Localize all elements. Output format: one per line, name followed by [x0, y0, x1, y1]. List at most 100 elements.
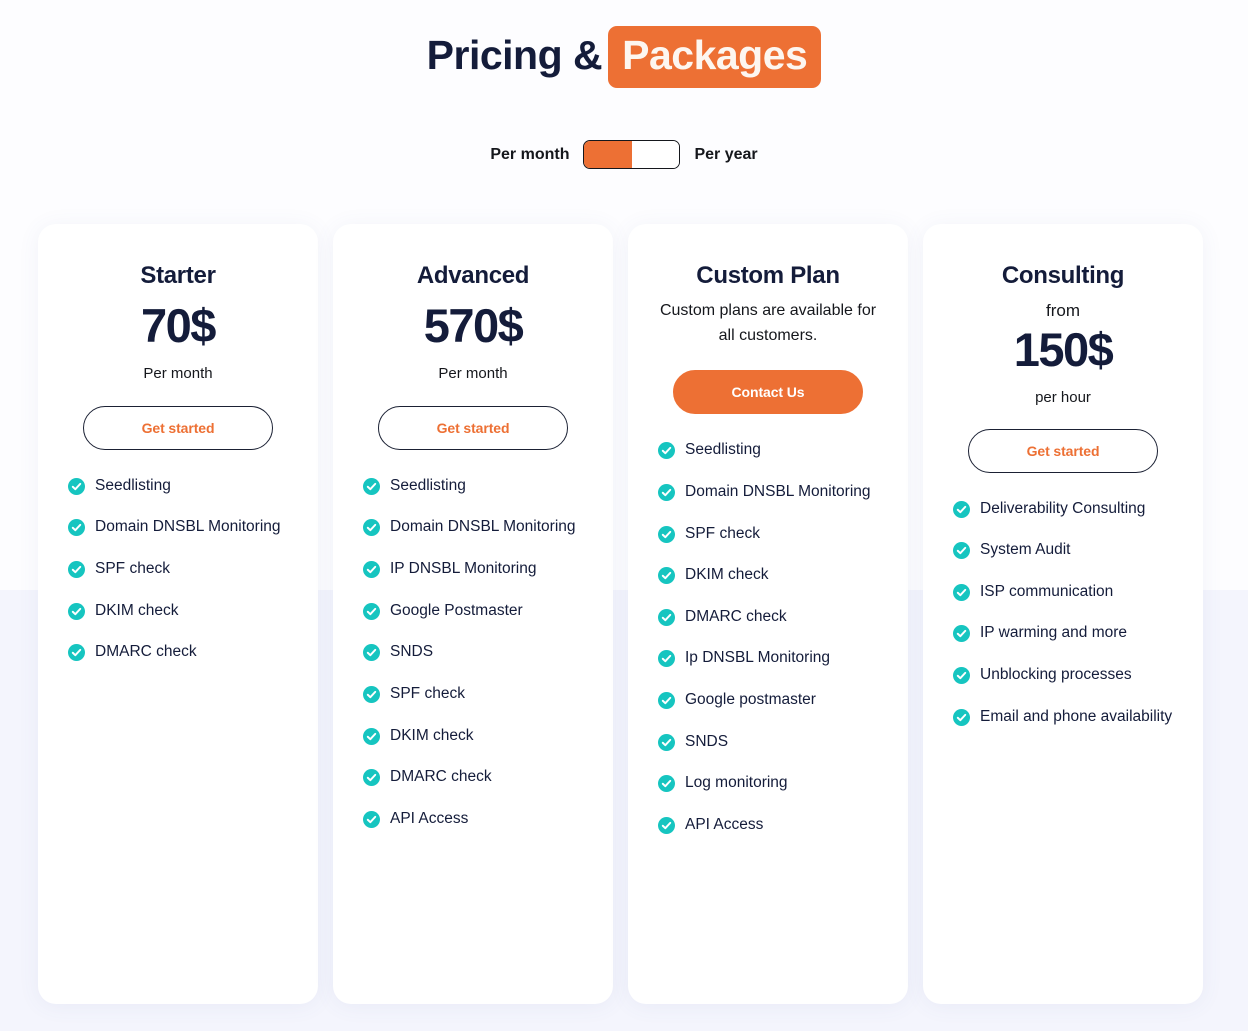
list-item: ISP communication	[953, 582, 1173, 603]
list-item: Google Postmaster	[363, 601, 583, 622]
check-circle-icon	[658, 484, 675, 501]
page-title: Pricing & Packages	[0, 0, 1248, 89]
list-item: Ip DNSBL Monitoring	[658, 648, 878, 669]
get-started-button[interactable]: Get started	[83, 405, 273, 450]
check-circle-icon	[363, 602, 380, 620]
check-circle-icon	[658, 733, 675, 751]
feature-label: Domain DNSBL Monitoring	[95, 518, 281, 536]
list-item: Seedlisting	[658, 440, 878, 461]
billing-toggle-label-year: Per year	[694, 145, 758, 163]
plan-price: 70$	[141, 298, 216, 352]
feature-list: Seedlisting Domain DNSBL Monitoring SPF …	[68, 476, 288, 663]
check-circle-icon	[953, 708, 970, 726]
list-item: SPF check	[68, 559, 288, 580]
feature-label: Seedlisting	[685, 441, 761, 459]
feature-label: IP DNSBL Monitoring	[390, 560, 537, 578]
billing-toggle-switch[interactable]	[583, 140, 681, 170]
feature-label: Deliverability Consulting	[980, 499, 1146, 517]
plan-price-period: Per month	[438, 364, 508, 382]
feature-label: Domain DNSBL Monitoring	[390, 518, 576, 536]
billing-toggle-half-year[interactable]	[631, 141, 680, 169]
check-circle-icon	[953, 542, 970, 560]
list-item: SPF check	[363, 684, 583, 705]
plan-price-period: per hour	[1035, 388, 1091, 406]
plan-price: 150$	[1013, 322, 1114, 376]
list-item: Log monitoring	[658, 773, 878, 794]
list-item: IP warming and more	[953, 623, 1173, 644]
check-circle-icon	[68, 561, 85, 579]
list-item: API Access	[363, 809, 583, 830]
feature-label: DKIM check	[95, 601, 179, 619]
check-circle-icon	[363, 561, 380, 579]
list-item: Unblocking processes	[953, 665, 1173, 686]
check-circle-icon	[363, 685, 380, 703]
check-circle-icon	[658, 650, 675, 668]
check-circle-icon	[658, 608, 675, 626]
feature-label: API Access	[685, 815, 764, 833]
get-started-button[interactable]: Get started	[378, 405, 568, 450]
contact-us-button[interactable]: Contact Us	[673, 370, 863, 415]
plan-price-prefix: from	[1046, 300, 1080, 320]
feature-label: Email and phone availability	[980, 707, 1173, 725]
pricing-page: Pricing & Packages Per month Per year Sta…	[0, 0, 1248, 1031]
plan-name: Starter	[140, 262, 216, 289]
list-item: Email and phone availability	[953, 707, 1173, 728]
list-item: DMARC check	[68, 642, 288, 663]
plan-name: Advanced	[416, 262, 530, 289]
feature-label: Seedlisting	[390, 476, 466, 494]
list-item: DKIM check	[68, 601, 288, 622]
check-circle-icon	[363, 810, 380, 828]
feature-list: Seedlisting Domain DNSBL Monitoring IP D…	[363, 476, 583, 829]
billing-toggle-half-month[interactable]	[584, 141, 632, 169]
check-circle-icon	[68, 602, 85, 620]
billing-toggle[interactable]: Per month Per year	[0, 140, 1248, 170]
plan-description: Custom plans are available for all custo…	[659, 301, 877, 344]
pricing-cards: Starter 70$ Per month Get started Seedli…	[38, 224, 1210, 1004]
feature-label: Unblocking processes	[980, 666, 1132, 684]
check-circle-icon	[363, 727, 380, 745]
check-circle-icon	[363, 644, 380, 662]
list-item: IP DNSBL Monitoring	[363, 559, 583, 580]
check-circle-icon	[363, 769, 380, 787]
feature-label: DMARC check	[95, 643, 197, 661]
feature-label: DMARC check	[685, 607, 787, 625]
check-circle-icon	[658, 442, 675, 460]
pricing-card-starter[interactable]: Starter 70$ Per month Get started Seedli…	[38, 224, 318, 1004]
list-item: Seedlisting	[363, 476, 583, 497]
feature-label: Domain DNSBL Monitoring	[685, 483, 871, 500]
check-circle-icon	[953, 667, 970, 685]
check-circle-icon	[658, 692, 675, 710]
pricing-card-custom-plan[interactable]: Custom Plan Custom plans are available f…	[628, 224, 908, 1004]
list-item: Google postmaster	[658, 690, 878, 711]
list-item: Deliverability Consulting	[953, 499, 1173, 520]
feature-label: SPF check	[95, 560, 170, 578]
feature-label: Log monitoring	[685, 774, 788, 792]
check-circle-icon	[953, 583, 970, 601]
get-started-button[interactable]: Get started	[968, 428, 1158, 473]
check-circle-icon	[658, 816, 675, 834]
plan-name: Consulting	[1001, 262, 1125, 289]
feature-label: ISP communication	[980, 582, 1114, 600]
check-circle-icon	[363, 477, 380, 495]
check-circle-icon	[363, 519, 380, 537]
check-circle-icon	[953, 625, 970, 643]
feature-label: Seedlisting	[95, 476, 171, 494]
list-item: Domain DNSBL Monitoring	[68, 517, 288, 538]
feature-label: API Access	[390, 809, 469, 827]
check-circle-icon	[658, 525, 675, 543]
list-item: Domain DNSBL Monitoring	[658, 482, 878, 503]
list-item: DMARC check	[658, 607, 878, 628]
page-title-plain: Pricing &	[426, 32, 603, 78]
list-item: DMARC check	[363, 767, 583, 788]
pricing-card-consulting[interactable]: Consulting from 150$ per hour Get starte…	[923, 224, 1203, 1004]
feature-label: Google Postmaster	[390, 601, 523, 619]
feature-label: IP warming and more	[980, 624, 1128, 642]
feature-label: SNDS	[685, 732, 729, 750]
list-item: Domain DNSBL Monitoring	[363, 517, 583, 538]
feature-label: SNDS	[390, 643, 434, 661]
list-item: API Access	[658, 815, 878, 836]
check-circle-icon	[658, 567, 675, 585]
check-circle-icon	[68, 644, 85, 662]
feature-label: SPF check	[390, 684, 465, 702]
pricing-card-advanced[interactable]: Advanced 570$ Per month Get started Seed…	[333, 224, 613, 1004]
